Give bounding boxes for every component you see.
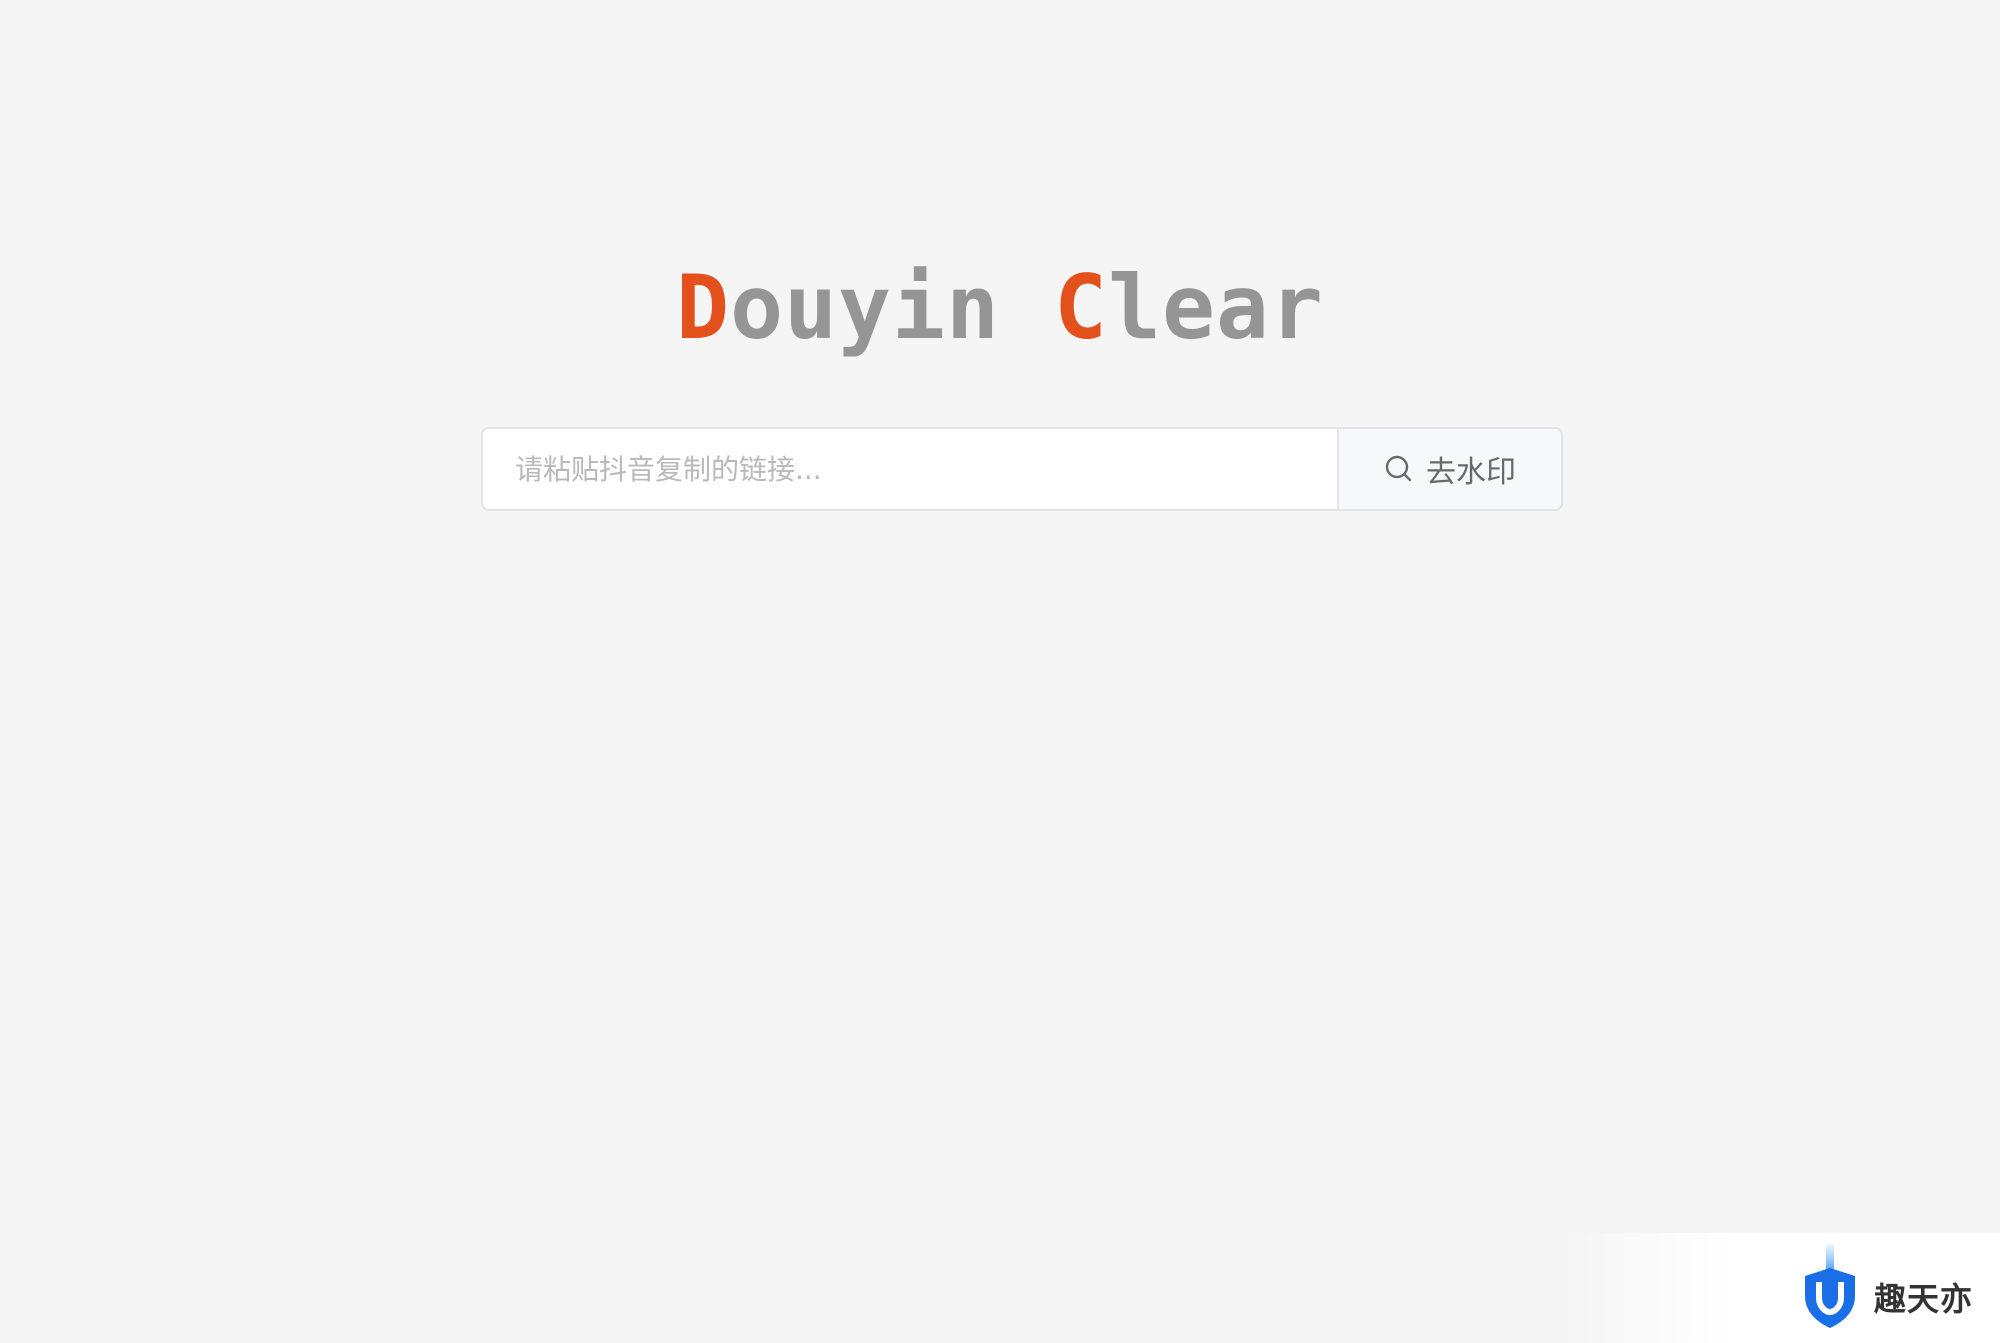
search-bar: 去水印 — [481, 427, 1563, 511]
remove-watermark-label: 去水印 — [1426, 455, 1516, 490]
link-input[interactable] — [483, 429, 1337, 509]
search-icon — [1384, 454, 1414, 484]
page-title: Douyin Clear — [0, 248, 2000, 368]
shield-logo-icon — [1797, 1244, 1863, 1334]
watermark-text: 趣天亦 — [1874, 1280, 1974, 1318]
page: Douyin Clear 去水印 — [0, 0, 2000, 1343]
remove-watermark-button[interactable]: 去水印 — [1337, 429, 1561, 509]
title-rest-douyin: ouyin — [730, 256, 1000, 359]
title-rest-clear: lear — [1107, 256, 1324, 359]
title-initial-d: D — [676, 256, 731, 359]
title-initial-c: C — [1053, 256, 1108, 359]
